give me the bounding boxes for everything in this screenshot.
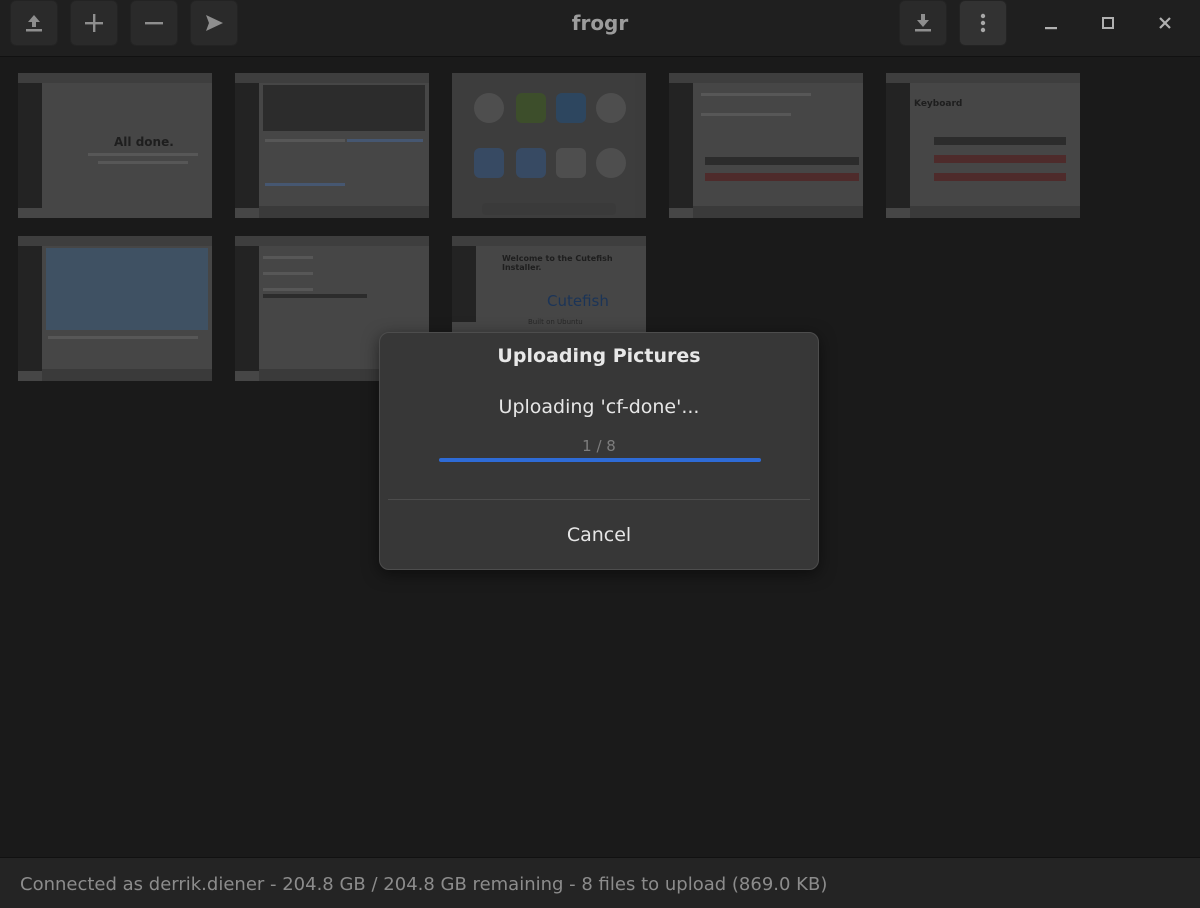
dialog-title: Uploading Pictures: [497, 345, 701, 367]
close-button[interactable]: [1152, 10, 1178, 36]
picture-thumbnail[interactable]: Keyboard: [886, 73, 1080, 218]
main-menu-button[interactable]: [959, 0, 1007, 46]
status-bar: Connected as derrik.diener - 204.8 GB / …: [0, 857, 1200, 908]
window-title: frogr: [571, 11, 629, 35]
progress-bar: [439, 458, 761, 462]
minimize-icon: [1045, 27, 1057, 30]
thumbnail-caption: Keyboard: [914, 99, 963, 109]
upload-status-message: Uploading 'cf-done'...: [498, 396, 700, 418]
maximize-button[interactable]: [1095, 10, 1121, 36]
picture-thumbnail[interactable]: [669, 73, 863, 218]
picture-thumbnail[interactable]: [18, 236, 212, 381]
thumbnail-caption: Welcome to the Cutefish Installer.: [502, 254, 613, 272]
thumbnail-logo: Cutefish: [547, 292, 609, 310]
close-icon: [1159, 17, 1171, 29]
download-icon: [915, 14, 931, 32]
cancel-button[interactable]: Cancel: [380, 500, 818, 570]
picture-thumbnail[interactable]: [235, 73, 429, 218]
thumbnail-subtitle: Built on Ubuntu: [528, 318, 583, 326]
progress-bar-fill: [439, 458, 761, 462]
progress-text: 1 / 8: [582, 437, 616, 455]
thumbnail-caption: All done.: [114, 135, 174, 149]
picture-thumbnail[interactable]: Welcome to the Cutefish Installer. Cutef…: [452, 236, 646, 332]
minimize-button[interactable]: [1038, 10, 1064, 36]
picture-thumbnail[interactable]: [452, 73, 646, 218]
upload-dialog: Uploading Pictures Uploading 'cf-done'..…: [379, 332, 819, 570]
download-button[interactable]: [899, 0, 947, 46]
status-text: Connected as derrik.diener - 204.8 GB / …: [20, 874, 828, 895]
menu-icon: [980, 13, 986, 33]
header-bar: frogr: [0, 0, 1200, 57]
picture-thumbnail[interactable]: All done.: [18, 73, 212, 218]
maximize-icon: [1102, 17, 1114, 29]
